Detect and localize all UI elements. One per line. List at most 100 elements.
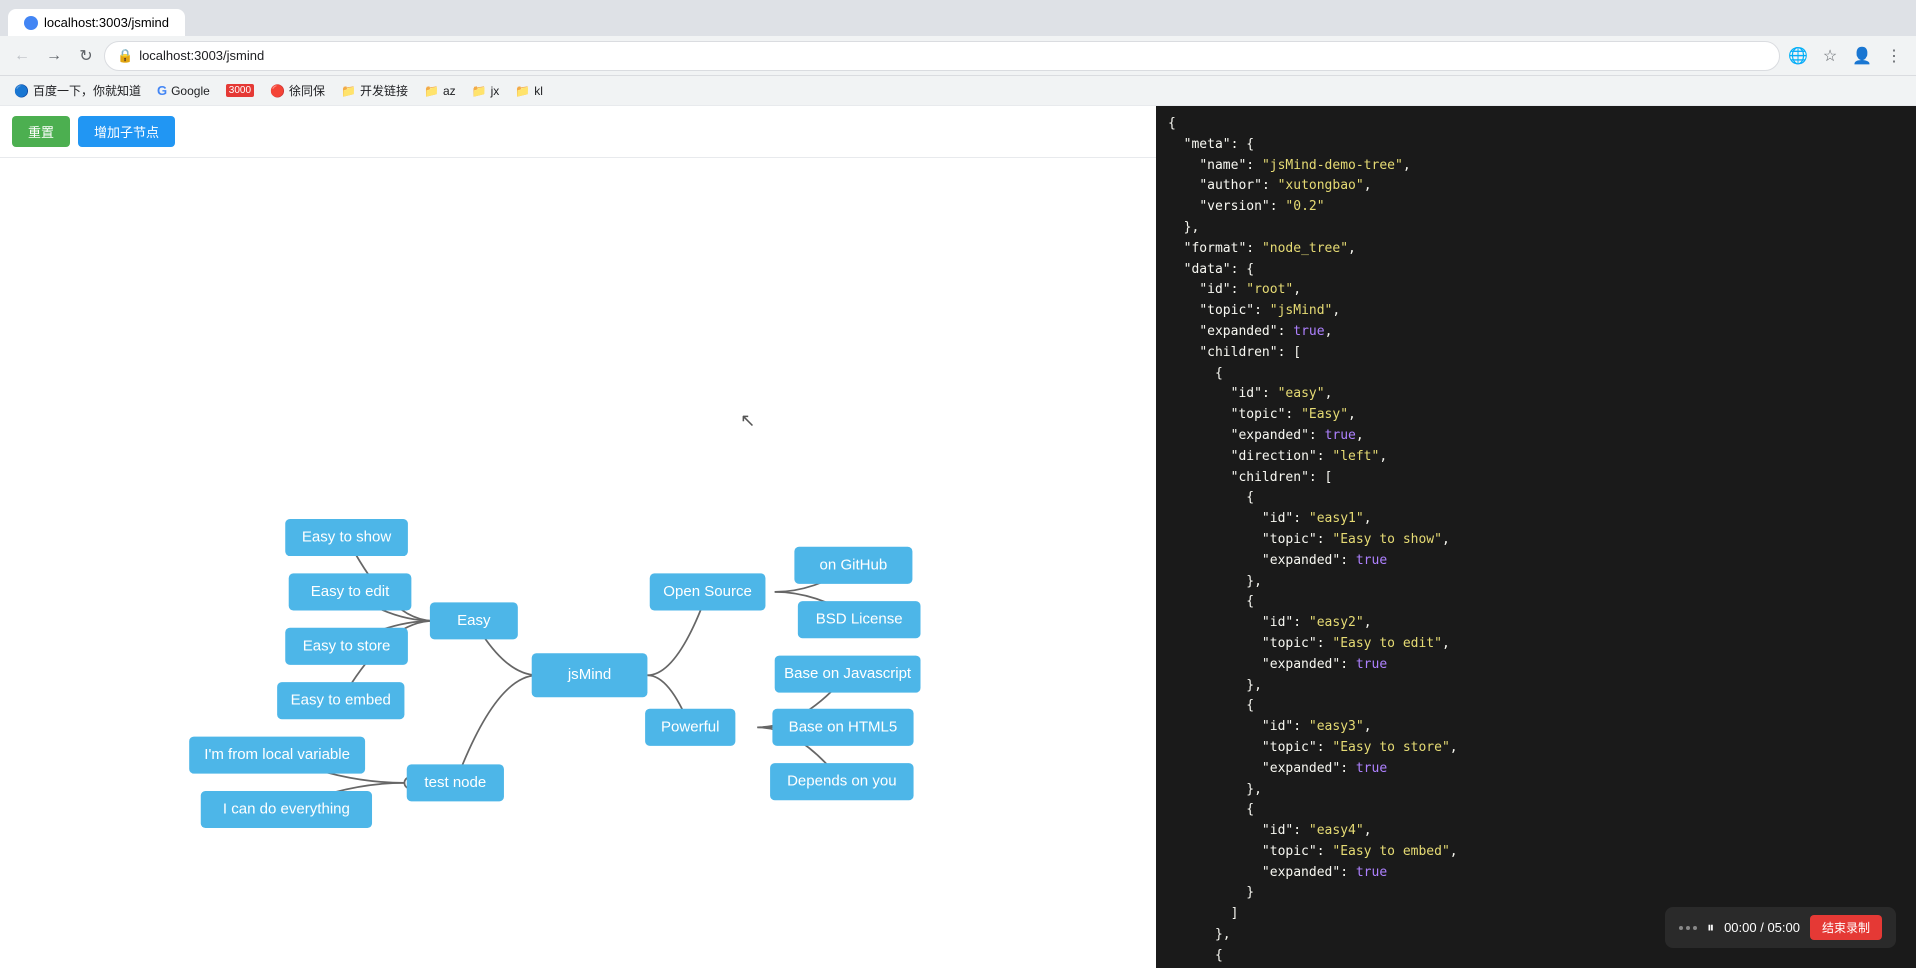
json-line-9: "id": "root",: [1168, 280, 1904, 301]
bookmark-devlinks-label: 开发链接: [360, 82, 408, 99]
json-line-25: "id": "easy2",: [1168, 613, 1904, 634]
node-html5-label: Base on HTML5: [789, 718, 898, 735]
node-test-label: test node: [424, 774, 486, 791]
json-line-29: {: [1168, 696, 1904, 717]
json-line-22: "expanded": true: [1168, 551, 1904, 572]
bookmark-xutongbao[interactable]: 🔴 徐同保: [264, 80, 331, 101]
json-line-11: "expanded": true,: [1168, 322, 1904, 343]
page-container: 重置 增加子节点: [0, 106, 1156, 968]
json-line-2: "meta": {: [1168, 135, 1904, 156]
bookmark-kl[interactable]: 📁 kl: [509, 82, 549, 100]
bookmark-xutongbao-label: 徐同保: [289, 82, 325, 99]
kl-icon: 📁: [515, 84, 530, 98]
json-line-18: "children": [: [1168, 468, 1904, 489]
mindmap-area[interactable]: jsMind Easy Easy to show Easy to edit Ea…: [0, 158, 1156, 968]
json-line-8: "data": {: [1168, 260, 1904, 281]
json-line-16: "expanded": true,: [1168, 426, 1904, 447]
json-line-12: "children": [: [1168, 343, 1904, 364]
forward-button[interactable]: →: [40, 42, 68, 70]
node-open-label: Open Source: [663, 583, 752, 600]
rec-dot-1: [1679, 926, 1683, 930]
az-icon: 📁: [424, 84, 439, 98]
lock-icon: 🔒: [117, 48, 133, 64]
reload-button[interactable]: ↻: [72, 42, 100, 70]
xutongbao-icon: 🔴: [270, 84, 285, 98]
bookmark-baidu-label: 百度一下，你就知道: [33, 82, 141, 99]
bookmark-button[interactable]: ☆: [1816, 42, 1844, 70]
content-area: 重置 增加子节点: [0, 106, 1916, 968]
json-line-23: },: [1168, 572, 1904, 593]
bookmark-google-label: Google: [171, 84, 210, 98]
json-line-37: "expanded": true: [1168, 863, 1904, 884]
node-powerful-label: Powerful: [661, 718, 719, 735]
json-line-19: {: [1168, 488, 1904, 509]
bookmark-baidu[interactable]: 🔵 百度一下，你就知道: [8, 80, 147, 101]
tab-favicon: [24, 16, 38, 30]
address-bar[interactable]: 🔒 localhost:3003/jsmind: [104, 41, 1780, 71]
bookmark-3000[interactable]: 3000: [220, 82, 260, 99]
json-line-1: {: [1168, 114, 1904, 135]
json-line-32: "expanded": true: [1168, 759, 1904, 780]
address-text: localhost:3003/jsmind: [139, 48, 264, 63]
translate-button[interactable]: 🌐: [1784, 42, 1812, 70]
json-line-15: "topic": "Easy",: [1168, 405, 1904, 426]
cursor: ↖: [740, 409, 756, 430]
node-easy-show-label: Easy to show: [302, 529, 392, 546]
back-button[interactable]: ←: [8, 42, 36, 70]
toolbar: 重置 增加子节点: [0, 106, 1156, 158]
json-line-5: "version": "0.2": [1168, 197, 1904, 218]
json-line-34: {: [1168, 800, 1904, 821]
reset-button[interactable]: 重置: [12, 116, 70, 147]
node-github-label: on GitHub: [820, 556, 888, 573]
json-line-14: "id": "easy",: [1168, 384, 1904, 405]
bookmarks-bar: 🔵 百度一下，你就知道 G Google 3000 🔴 徐同保 📁 开发链接 📁…: [0, 76, 1916, 106]
json-line-13: {: [1168, 364, 1904, 385]
node-bsd-label: BSD License: [816, 611, 903, 628]
json-line-41: {: [1168, 946, 1904, 967]
recording-time: 00:00 / 05:00: [1724, 920, 1800, 935]
baidu-icon: 🔵: [14, 84, 29, 98]
node-doall-label: I can do everything: [223, 800, 350, 817]
rec-dot-3: [1693, 926, 1697, 930]
devlinks-icon: 📁: [341, 84, 356, 98]
json-line-36: "topic": "Easy to embed",: [1168, 842, 1904, 863]
bookmark-jx[interactable]: 📁 jx: [466, 82, 506, 100]
bookmark-devlinks[interactable]: 📁 开发链接: [335, 80, 414, 101]
bookmark-google[interactable]: G Google: [151, 81, 216, 100]
bookmark-az-label: az: [443, 84, 456, 98]
node-local-label: I'm from local variable: [204, 746, 350, 763]
json-line-24: {: [1168, 592, 1904, 613]
node-depends-label: Depends on you: [787, 773, 896, 790]
profile-button[interactable]: 👤: [1848, 42, 1876, 70]
active-tab[interactable]: localhost:3003/jsmind: [8, 9, 185, 36]
json-line-10: "topic": "jsMind",: [1168, 301, 1904, 322]
pause-icon[interactable]: ⏸: [1707, 919, 1714, 936]
json-line-17: "direction": "left",: [1168, 447, 1904, 468]
node-easy-store-label: Easy to store: [303, 637, 391, 654]
recording-widget: ⏸ 00:00 / 05:00 结束录制: [1665, 907, 1896, 948]
bookmark-az[interactable]: 📁 az: [418, 82, 462, 100]
json-line-28: },: [1168, 676, 1904, 697]
menu-button[interactable]: ⋮: [1880, 42, 1908, 70]
json-line-7: "format": "node_tree",: [1168, 239, 1904, 260]
bookmark-jx-label: jx: [491, 84, 500, 98]
json-line-20: "id": "easy1",: [1168, 509, 1904, 530]
json-line-38: }: [1168, 883, 1904, 904]
add-node-button[interactable]: 增加子节点: [78, 116, 175, 147]
browser-window: localhost:3003/jsmind ← → ↻ 🔒 localhost:…: [0, 0, 1916, 968]
json-panel[interactable]: { "meta": { "name": "jsMind-demo-tree", …: [1156, 106, 1916, 968]
json-line-33: },: [1168, 780, 1904, 801]
json-line-31: "topic": "Easy to store",: [1168, 738, 1904, 759]
tab-bar: localhost:3003/jsmind: [0, 0, 1916, 36]
json-line-3: "name": "jsMind-demo-tree",: [1168, 156, 1904, 177]
json-line-4: "author": "xutongbao",: [1168, 176, 1904, 197]
node-js-label: Base on Javascript: [784, 665, 912, 682]
stop-recording-button[interactable]: 结束录制: [1810, 915, 1882, 940]
json-line-6: },: [1168, 218, 1904, 239]
bookmark-kl-label: kl: [534, 84, 543, 98]
json-line-26: "topic": "Easy to edit",: [1168, 634, 1904, 655]
node-easy-label: Easy: [457, 612, 491, 629]
json-line-27: "expanded": true: [1168, 655, 1904, 676]
json-line-30: "id": "easy3",: [1168, 717, 1904, 738]
nav-actions: 🌐 ☆ 👤 ⋮: [1784, 42, 1908, 70]
